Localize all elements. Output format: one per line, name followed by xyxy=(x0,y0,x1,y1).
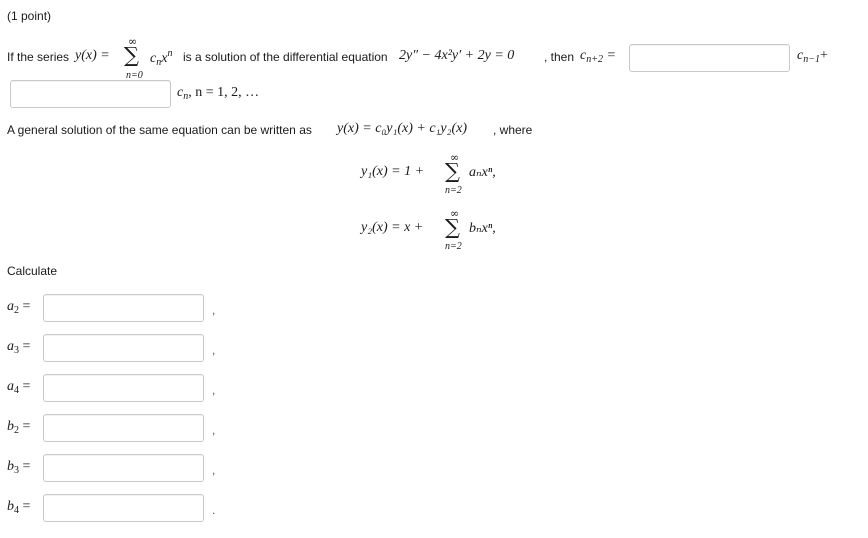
answer-input-b2[interactable] xyxy=(43,414,204,442)
answer-input-b3[interactable] xyxy=(43,454,204,482)
series-lhs: y(x) = xyxy=(75,48,110,63)
recurrence-lhs: cn+2 = xyxy=(580,48,616,65)
answer-input-b4[interactable] xyxy=(43,494,204,522)
separator-b2: , xyxy=(212,423,216,437)
y2-lhs: y₂(x) = x + xyxy=(361,220,424,235)
series-term: cnxn xyxy=(150,48,173,68)
coef-label-a4: a4 = xyxy=(7,379,31,396)
separator-b4: . xyxy=(212,503,216,517)
coefficient-input-2[interactable] xyxy=(10,80,171,108)
coefficient-input-1[interactable] xyxy=(629,44,790,72)
general-solution-formula: y(x) = c₀y₁(x) + c₁y₂(x) xyxy=(337,121,468,136)
recurrence-rhs-2: cn, n = 1, 2, … xyxy=(177,85,260,102)
recurrence-rhs-1: cn−1+ xyxy=(797,48,828,65)
coef-label-b4: b4 = xyxy=(7,499,31,516)
y2-sigma-symbol: ∑ xyxy=(445,215,460,239)
separator-b3: , xyxy=(212,463,216,477)
then-text: , then xyxy=(544,50,575,64)
coef-label-a3: a3 = xyxy=(7,339,31,356)
q2-intro: A general solution of the same equation … xyxy=(7,123,312,137)
y2-sum-lower: n=2 xyxy=(445,241,462,252)
separator-a3: , xyxy=(212,343,216,357)
q1-mid-text: is a solution of the differential equati… xyxy=(183,50,388,64)
differential-equation: 2y″ − 4x²y′ + 2y = 0 xyxy=(399,48,515,63)
separator-a2: , xyxy=(212,303,216,317)
calculate-label: Calculate xyxy=(7,264,58,278)
answer-input-a3[interactable] xyxy=(43,334,204,362)
q1-intro: If the series xyxy=(7,50,70,64)
answer-input-a4[interactable] xyxy=(43,374,204,402)
coef-label-a2: a2 = xyxy=(7,299,31,316)
y1-term: aₙxⁿ, xyxy=(469,165,496,180)
coef-label-b2: b2 = xyxy=(7,419,31,436)
separator-a4: , xyxy=(212,383,216,397)
where-text: , where xyxy=(493,123,533,137)
coef-label-b3: b3 = xyxy=(7,459,31,476)
y1-sigma-symbol: ∑ xyxy=(445,159,460,183)
sigma-symbol: ∑ xyxy=(124,43,139,67)
y1-lhs: y₁(x) = 1 + xyxy=(361,164,425,179)
y2-term: bₙxⁿ, xyxy=(469,221,496,236)
answer-input-a2[interactable] xyxy=(43,294,204,322)
y1-sum-lower: n=2 xyxy=(445,185,462,196)
points-label: (1 point) xyxy=(7,9,52,23)
